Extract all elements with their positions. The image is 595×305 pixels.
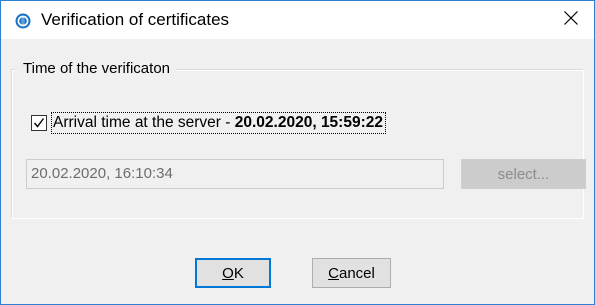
- arrival-time-option[interactable]: Arrival time at the server - 20.02.2020,…: [31, 111, 386, 135]
- select-time-button[interactable]: select...: [461, 159, 586, 189]
- arrival-time-label[interactable]: Arrival time at the server - 20.02.2020,…: [51, 112, 386, 134]
- ok-button[interactable]: OK: [195, 258, 271, 288]
- window-title: Verification of certificates: [41, 10, 230, 29]
- group-title: Time of the verificaton: [15, 60, 177, 77]
- ok-label-rest: K: [233, 264, 244, 282]
- cancel-button[interactable]: Cancel: [312, 258, 391, 288]
- cancel-label-rest: ancel: [338, 264, 375, 282]
- arrival-label-prefix: Arrival time at the server -: [53, 114, 235, 131]
- app-logo-icon: [15, 13, 31, 29]
- arrival-time-value: 20.02.2020, 15:59:22: [234, 114, 383, 131]
- checkmark-icon: [33, 118, 45, 128]
- title-bar[interactable]: Verification of certificates: [1, 1, 594, 39]
- dialog-body: Time of the verificaton Arrival time at …: [1, 39, 594, 304]
- verification-dialog: Verification of certificates Time of the…: [0, 0, 595, 305]
- verification-time-group: [11, 69, 584, 219]
- cancel-mnemonic: C: [328, 264, 339, 282]
- ok-mnemonic: O: [222, 264, 234, 282]
- arrival-time-checkbox[interactable]: [31, 115, 47, 131]
- close-button[interactable]: [548, 1, 594, 39]
- custom-time-field[interactable]: 20.02.2020, 16:10:34: [26, 159, 444, 189]
- close-icon: [563, 10, 579, 31]
